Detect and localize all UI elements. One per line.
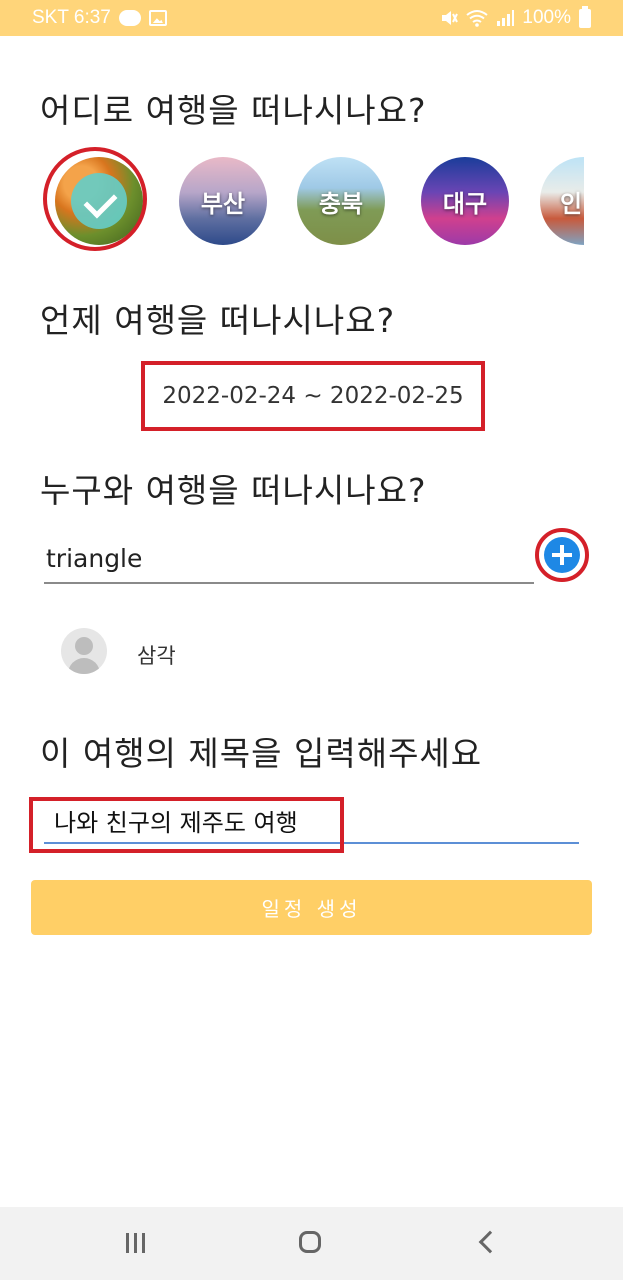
wifi-icon <box>466 10 489 27</box>
region-partial[interactable]: 인 <box>540 157 584 245</box>
region-label: 충북 <box>318 189 364 218</box>
region-label: 부산 <box>200 189 246 218</box>
status-bar: SKT 6:37 100% <box>0 0 623 36</box>
create-schedule-button[interactable]: 일정 생성 <box>31 880 592 935</box>
back-icon[interactable] <box>478 1230 502 1254</box>
recent-apps-icon[interactable] <box>126 1233 148 1253</box>
battery-icon <box>579 5 591 28</box>
title-highlight <box>29 797 344 853</box>
region-daegu[interactable]: 대구 <box>421 157 509 245</box>
trip-title-heading: 이 여행의 제목을 입력해주세요 <box>40 734 483 773</box>
companion-search-input[interactable] <box>44 538 534 584</box>
mute-icon <box>442 11 459 25</box>
region-label: 대구 <box>442 189 488 218</box>
member-item: 삼각 <box>61 628 361 676</box>
home-icon[interactable] <box>299 1231 321 1253</box>
who-title: 누구와 여행을 떠나시나요? <box>40 471 427 510</box>
where-title: 어디로 여행을 떠나시나요? <box>40 91 427 130</box>
image-notification-icon <box>148 10 167 26</box>
battery-percent: 100% <box>522 7 571 28</box>
when-title: 언제 여행을 떠나시나요? <box>40 301 396 340</box>
avatar <box>61 628 107 674</box>
date-range-picker[interactable]: 2022-02-24 ~ 2022-02-25 <box>141 361 485 431</box>
region-busan[interactable]: 부산 <box>179 157 267 245</box>
avatar-head <box>75 637 93 655</box>
carrier-time: SKT 6:37 <box>32 7 111 28</box>
signal-icon <box>497 10 515 26</box>
selected-overlay <box>71 173 127 229</box>
region-label: 인 <box>559 189 583 218</box>
system-nav-bar <box>0 1207 623 1280</box>
member-name: 삼각 <box>137 644 176 668</box>
talk-notification-icon <box>118 10 141 26</box>
avatar-body <box>68 658 100 674</box>
check-icon <box>83 184 118 219</box>
region-chungbuk[interactable]: 충북 <box>297 157 385 245</box>
add-companion-button[interactable] <box>544 537 580 573</box>
date-range-text: 2022-02-24 ~ 2022-02-25 <box>162 383 464 409</box>
